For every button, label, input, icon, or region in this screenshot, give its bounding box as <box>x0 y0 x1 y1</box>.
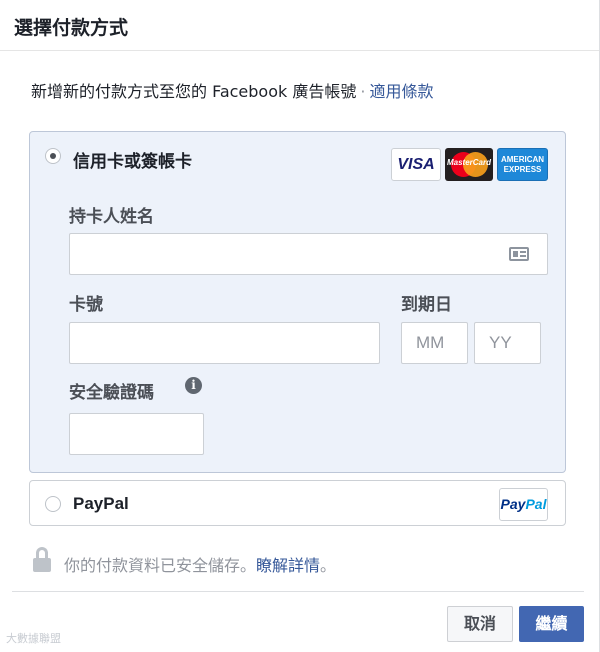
cvv-label: 安全驗證碼 <box>69 383 154 403</box>
security-suffix: 。 <box>320 556 337 575</box>
expiry-year-input[interactable]: YY <box>474 322 541 364</box>
expiry-month-placeholder: MM <box>416 333 445 352</box>
dialog-header: 選擇付款方式 <box>0 0 599 51</box>
expiry-date-label: 到期日 <box>401 295 452 315</box>
intro-description: 新增新的付款方式至您的 Facebook 廣告帳號 <box>31 82 357 101</box>
expiry-month-input[interactable]: MM <box>401 322 468 364</box>
card-number-label: 卡號 <box>69 295 103 315</box>
info-icon[interactable]: i <box>185 377 202 394</box>
expiry-year-placeholder: YY <box>489 333 512 352</box>
payment-method-dialog: 選擇付款方式 新增新的付款方式至您的 Facebook 廣告帳號 · 適用條款 信用… <box>0 0 600 652</box>
watermark: 大數據聯盟 <box>6 632 61 645</box>
terms-link[interactable]: 適用條款 <box>369 82 433 101</box>
visa-logo: VISA <box>391 148 441 181</box>
footer-divider <box>12 591 584 592</box>
card-option-radio[interactable] <box>45 148 61 164</box>
security-text: 你的付款資料已安全儲存。 <box>64 556 257 575</box>
amex-logo: AMERICAN EXPRESS <box>497 148 548 181</box>
dialog-title: 選擇付款方式 <box>14 17 129 39</box>
cardholder-name-label: 持卡人姓名 <box>69 207 154 227</box>
mastercard-logo-text: MasterCard <box>446 158 491 167</box>
learn-more-link[interactable]: 瞭解詳情 <box>256 556 320 575</box>
id-card-icon <box>509 247 529 261</box>
lock-icon <box>33 547 51 572</box>
amex-logo-line1: AMERICAN <box>500 155 545 164</box>
intro-separator: · <box>360 82 366 101</box>
card-option-label[interactable]: 信用卡或簽帳卡 <box>73 147 192 172</box>
paypal-logo: PayPal <box>499 488 548 521</box>
cvv-input[interactable] <box>69 413 204 455</box>
paypal-option-label[interactable]: PayPal <box>73 494 129 514</box>
cancel-button[interactable]: 取消 <box>447 606 513 642</box>
paypal-logo-pay: Pay <box>500 496 526 512</box>
continue-button[interactable]: 繼續 <box>519 606 584 642</box>
paypal-option-radio[interactable] <box>45 496 61 512</box>
card-number-input[interactable] <box>69 322 380 364</box>
intro-text: 新增新的付款方式至您的 Facebook 廣告帳號 · 適用條款 <box>31 78 433 102</box>
security-notice: 你的付款資料已安全儲存。瞭解詳情。 <box>64 552 336 576</box>
cardholder-name-input[interactable] <box>69 233 548 275</box>
amex-logo-line2: EXPRESS <box>503 165 542 174</box>
paypal-logo-pal: Pal <box>525 496 547 512</box>
mastercard-logo: MasterCard <box>445 148 493 181</box>
